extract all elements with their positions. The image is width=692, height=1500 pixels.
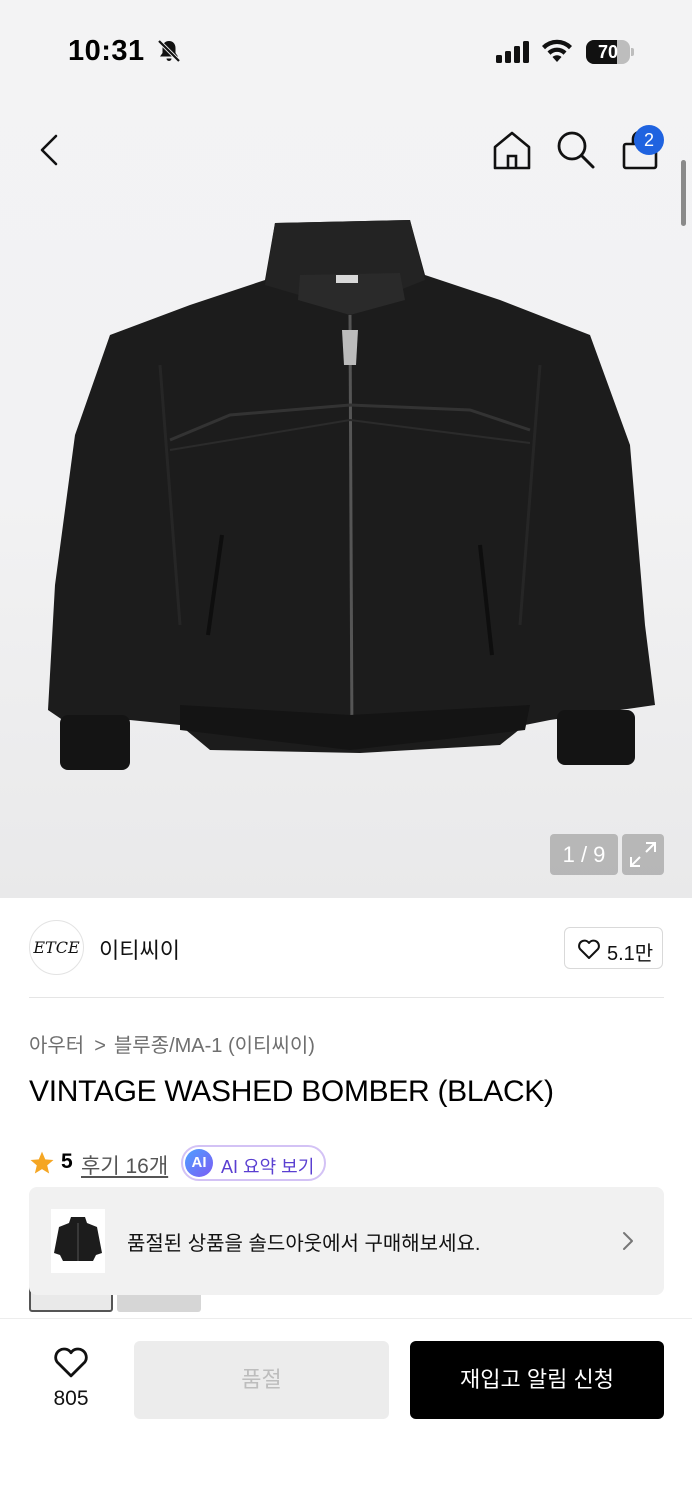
rating-row: 5 후기 16개 AI AI 요약 보기: [29, 1145, 669, 1181]
brand-like-button[interactable]: 5.1만: [564, 927, 663, 969]
battery-icon: 70: [586, 40, 634, 64]
expand-arrows-icon: [630, 842, 656, 867]
product-title: VINTAGE WASHED BOMBER (BLACK): [29, 1075, 554, 1108]
cart-count-badge: 2: [634, 125, 664, 155]
home-icon[interactable]: [491, 128, 533, 172]
product-gallery[interactable]: 10:31 70 2 1 / 9: [0, 0, 692, 898]
restock-alert-button[interactable]: 재입고 알림 신청: [410, 1341, 664, 1419]
brand-name[interactable]: 이티씨이: [99, 933, 180, 965]
status-bar: 10:31 70: [0, 0, 692, 100]
wifi-icon: [542, 39, 572, 62]
ai-summary-button[interactable]: AI AI 요약 보기: [181, 1145, 326, 1181]
breadcrumb-separator: >: [94, 1035, 106, 1057]
product-thumbnail: [51, 1209, 105, 1273]
review-link[interactable]: 후기 16개: [81, 1150, 168, 1180]
ai-badge: AI: [185, 1149, 213, 1177]
wish-count: 805: [53, 1387, 89, 1410]
star-icon: [30, 1151, 54, 1174]
divider: [29, 997, 664, 998]
breadcrumb-item-outer[interactable]: 아우터: [29, 1035, 84, 1057]
bell-slash-icon: [157, 39, 181, 63]
heart-icon: [578, 939, 600, 959]
soldout-button[interactable]: 품절: [134, 1341, 389, 1419]
rating-value: 5: [61, 1150, 73, 1173]
expand-button[interactable]: [622, 834, 664, 875]
chevron-left-icon[interactable]: [30, 128, 70, 172]
chevron-right-icon: [623, 1232, 633, 1250]
brand-like-count: 5.1만: [607, 943, 654, 965]
search-icon[interactable]: [554, 128, 596, 172]
breadcrumb: 아우터 > 블루종/MA-1 (이티씨이): [29, 1029, 315, 1058]
soldout-banner[interactable]: 품절된 상품을 솔드아웃에서 구매해보세요.: [29, 1187, 664, 1295]
product-image-bomber-jacket[interactable]: [30, 205, 670, 785]
breadcrumb-item-category[interactable]: 블루종/MA-1 (이티씨이): [114, 1035, 315, 1057]
status-time: 10:31: [68, 35, 145, 67]
image-counter: 1 / 9: [550, 834, 618, 875]
ai-summary-label: AI 요약 보기: [221, 1157, 315, 1177]
cellular-signal-icon: [496, 41, 529, 63]
soldout-banner-text: 품절된 상품을 솔드아웃에서 구매해보세요.: [127, 1233, 481, 1255]
brand-logo[interactable]: ETCE: [29, 920, 84, 975]
wish-button[interactable]: 805: [40, 1345, 102, 1415]
battery-percent: 70: [597, 42, 619, 62]
scroll-indicator: [681, 160, 686, 226]
heart-icon: [54, 1347, 88, 1378]
